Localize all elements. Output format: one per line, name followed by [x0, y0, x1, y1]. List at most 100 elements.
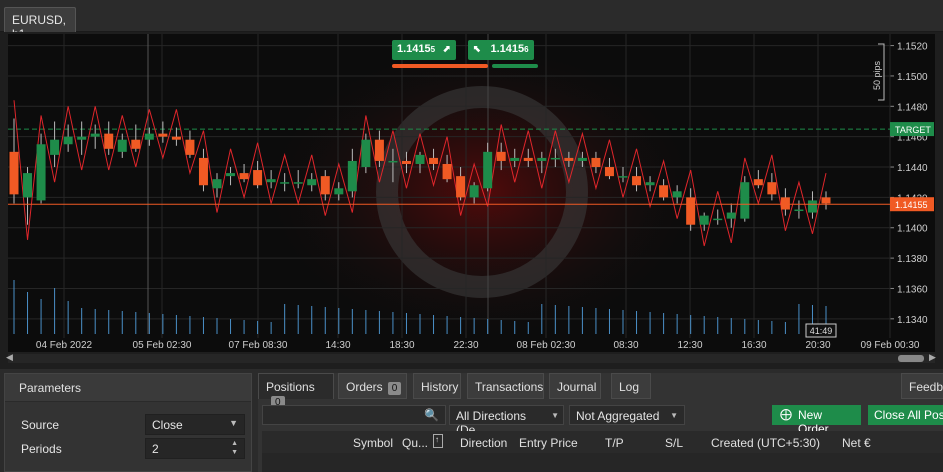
aggregation-select[interactable]: Not Aggregated ▼ [569, 405, 685, 425]
scroll-right-icon[interactable]: ▶ [929, 352, 936, 363]
candle-body [483, 151, 493, 189]
tab-orders[interactable]: Orders 0 [338, 373, 407, 399]
y-tick-label: 1.1500 [897, 72, 928, 83]
candle-body [456, 176, 466, 198]
new-order-button[interactable]: ⨁ New Order [772, 405, 861, 436]
close-all-positions-button[interactable]: Close All Positi [868, 405, 943, 425]
candle-body [713, 218, 723, 221]
direction-filter-select[interactable]: All Directions (De... ▼ [449, 405, 564, 437]
tab-orders-label: Orders [346, 380, 383, 394]
candle-body [699, 215, 709, 225]
buy-price-button[interactable]: ⬉ 1.14156 [468, 40, 534, 60]
candle-body [198, 157, 208, 186]
tab-journal[interactable]: Journal [549, 373, 601, 399]
candle-body [767, 182, 777, 195]
periods-stepper[interactable]: 2 ▲ ▼ [145, 438, 245, 459]
candle-body [807, 200, 817, 213]
sell-price-button[interactable]: 1.14155 ⬈ [392, 40, 456, 60]
stepper-arrows-icon[interactable]: ▲ ▼ [231, 439, 238, 457]
candle-body [104, 133, 114, 149]
chart-tab-eurusd[interactable]: EURUSD, h1 [4, 7, 76, 41]
positions-grid-body [262, 453, 943, 472]
candle-body [23, 173, 33, 198]
candle-body [442, 163, 452, 180]
quantity-sort-icon[interactable]: ↑ [433, 434, 443, 448]
candle-body [632, 176, 642, 186]
chart-area[interactable]: 1.15201.15001.14801.14601.14401.14201.14… [0, 32, 943, 369]
col-quantity[interactable]: Qu... [402, 436, 428, 450]
candle-body [361, 139, 371, 168]
source-param: Source Close ▼ [11, 414, 249, 436]
col-created[interactable]: Created (UTC+5:30) [711, 436, 820, 450]
tab-log[interactable]: Log [611, 373, 651, 399]
candle-body [591, 157, 601, 168]
source-select[interactable]: Close ▼ [145, 414, 245, 435]
current-price-label: 1.14155 [895, 200, 928, 210]
candle-body [740, 182, 750, 219]
candle-body [388, 160, 398, 163]
y-tick-label: 1.1520 [897, 42, 928, 53]
buy-spread-bar [492, 64, 538, 68]
candle-body [401, 160, 411, 164]
source-value: Close [152, 418, 183, 432]
x-tick-label: 09 Feb 00:30 [861, 340, 920, 351]
chart-scrollbar[interactable]: ◀ ▶ [6, 352, 936, 363]
x-tick-label: 12:30 [677, 340, 702, 351]
tab-history[interactable]: History [413, 373, 461, 399]
parameters-panel: Parameters Source Close ▼ Periods 2 ▲ ▼ [4, 373, 252, 472]
buy-price: 1.1415 [490, 43, 525, 55]
candle-body [550, 157, 560, 160]
candle-body [36, 144, 46, 201]
y-tick-label: 1.1380 [897, 254, 928, 265]
chart-scrollbar-thumb[interactable] [898, 355, 924, 362]
y-tick-label: 1.1480 [897, 102, 928, 113]
candle-body [794, 209, 804, 212]
candle-body [618, 176, 628, 178]
chart-tab-bar: EURUSD, h1 [0, 0, 943, 41]
candle-body [253, 170, 263, 186]
candle-body [726, 212, 736, 219]
candle-body [564, 157, 574, 161]
scroll-left-icon[interactable]: ◀ [6, 352, 13, 363]
x-tick-label: 20:30 [805, 340, 830, 351]
candle-body [50, 139, 60, 155]
periods-label: Periods [21, 442, 62, 456]
search-icon: 🔍 [424, 408, 439, 422]
source-label: Source [21, 418, 60, 432]
feedback-button[interactable]: Feedba [901, 373, 943, 399]
x-tick-label: 05 Feb 02:30 [133, 340, 192, 351]
tab-positions-label: Positions [266, 380, 315, 394]
y-tick-label: 1.1340 [897, 315, 928, 326]
candle-body [185, 139, 195, 155]
tab-positions[interactable]: Positions0 [258, 373, 334, 409]
tab-history-label: History [421, 380, 459, 394]
x-tick-label: 16:30 [741, 340, 766, 351]
candle-body [523, 157, 533, 161]
search-input[interactable]: 🔍 [262, 405, 446, 425]
col-symbol[interactable]: Symbol [353, 436, 393, 450]
tab-log-label: Log [619, 380, 640, 394]
candle-body [780, 197, 790, 210]
price-chart[interactable]: 1.15201.15001.14801.14601.14401.14201.14… [0, 32, 943, 369]
sell-price: 1.1415 [397, 43, 431, 55]
candle-body [469, 185, 479, 198]
candle-body [645, 182, 655, 186]
periods-value: 2 [152, 442, 159, 456]
tab-transactions[interactable]: Transactions [467, 373, 544, 399]
candle-body [496, 151, 506, 161]
chevron-down-icon: ▼ [229, 418, 238, 428]
col-entry-price[interactable]: Entry Price [519, 436, 578, 450]
candle-body [753, 179, 763, 186]
candle-body [347, 160, 357, 192]
candle-body [131, 139, 141, 149]
col-direction[interactable]: Direction [460, 436, 507, 450]
candle-body [374, 139, 384, 161]
col-sl[interactable]: S/L [665, 436, 683, 450]
col-tp[interactable]: T/P [605, 436, 624, 450]
candle-body [415, 154, 425, 164]
candle-body [537, 157, 547, 161]
candle-body [659, 185, 669, 198]
candle-body [144, 133, 154, 140]
candle-body [266, 179, 276, 183]
col-net[interactable]: Net € [842, 436, 871, 450]
